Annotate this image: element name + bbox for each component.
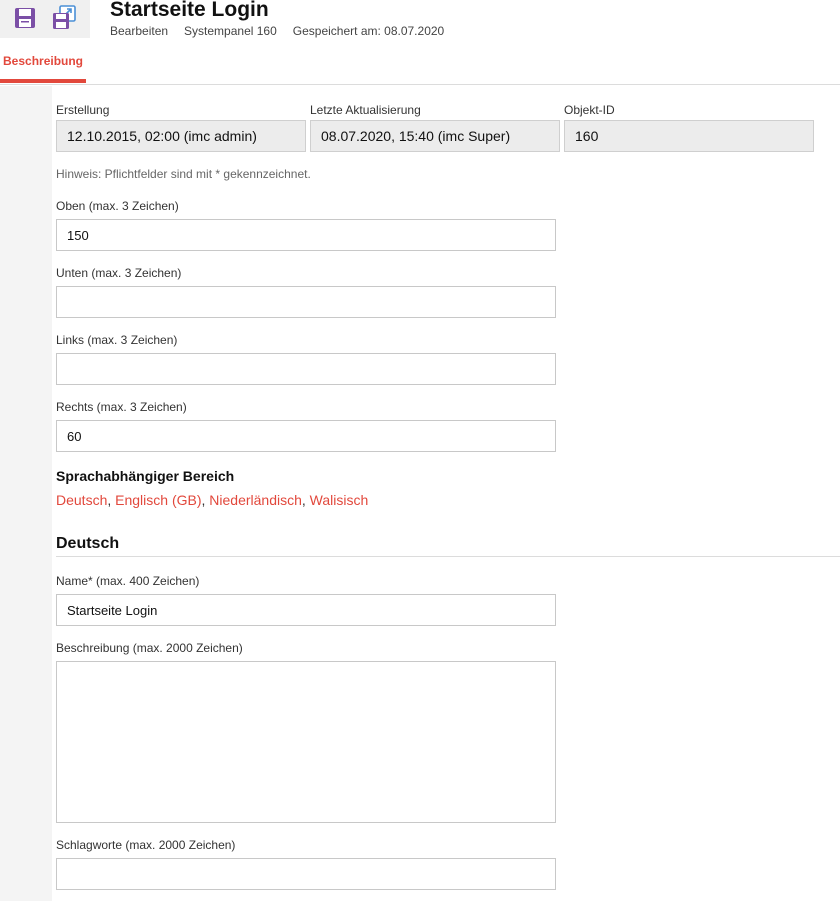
- page-title: Startseite Login: [110, 0, 269, 21]
- lang-link-niederlaendisch[interactable]: Niederländisch: [209, 492, 302, 508]
- links-input[interactable]: [56, 353, 556, 385]
- lang-link-deutsch[interactable]: Deutsch: [56, 492, 107, 508]
- page-meta: Bearbeiten Systempanel 160 Gespeichert a…: [110, 24, 444, 38]
- tab-beschreibung[interactable]: Beschreibung: [0, 46, 86, 83]
- object-id-label: Objekt-ID: [564, 103, 615, 117]
- description-label: Beschreibung (max. 2000 Zeichen): [56, 641, 243, 655]
- required-hint: Hinweis: Pflichtfelder sind mit * gekenn…: [56, 167, 311, 181]
- toolbar: [0, 0, 90, 38]
- updated-label: Letzte Aktualisierung: [310, 103, 421, 117]
- created-value: 12.10.2015, 02:00 (imc admin): [56, 120, 306, 152]
- language-links: Deutsch, Englisch (GB), Niederländisch, …: [56, 492, 369, 508]
- rechts-label: Rechts (max. 3 Zeichen): [56, 400, 187, 414]
- section-divider: [56, 556, 840, 557]
- object-id-value: 160: [564, 120, 814, 152]
- name-input[interactable]: [56, 594, 556, 626]
- created-label: Erstellung: [56, 103, 110, 117]
- unten-label: Unten (max. 3 Zeichen): [56, 266, 182, 280]
- links-label: Links (max. 3 Zeichen): [56, 333, 178, 347]
- oben-label: Oben (max. 3 Zeichen): [56, 199, 179, 213]
- meta-saved: Gespeichert am: 08.07.2020: [292, 24, 445, 38]
- unten-input[interactable]: [56, 286, 556, 318]
- save-button[interactable]: [11, 4, 39, 32]
- tab-bar: Beschreibung: [0, 46, 840, 85]
- lang-link-walisisch[interactable]: Walisisch: [310, 492, 369, 508]
- description-textarea[interactable]: [56, 661, 556, 823]
- keywords-input[interactable]: [56, 858, 556, 890]
- meta-type: Systempanel 160: [184, 24, 277, 38]
- save-icon: [15, 8, 35, 28]
- save-copy-icon: [53, 5, 76, 29]
- keywords-label: Schlagworte (max. 2000 Zeichen): [56, 838, 236, 852]
- save-copy-button[interactable]: [50, 4, 78, 32]
- lang-link-englisch[interactable]: Englisch (GB): [115, 492, 201, 508]
- oben-input[interactable]: [56, 219, 556, 251]
- name-label: Name* (max. 400 Zeichen): [56, 574, 200, 588]
- lang-section-title: Sprachabhängiger Bereich: [56, 468, 235, 484]
- left-strip: [0, 86, 52, 901]
- deutsch-heading: Deutsch: [56, 535, 120, 552]
- rechts-input[interactable]: [56, 420, 556, 452]
- updated-value: 08.07.2020, 15:40 (imc Super): [310, 120, 560, 152]
- meta-mode: Bearbeiten: [110, 24, 169, 38]
